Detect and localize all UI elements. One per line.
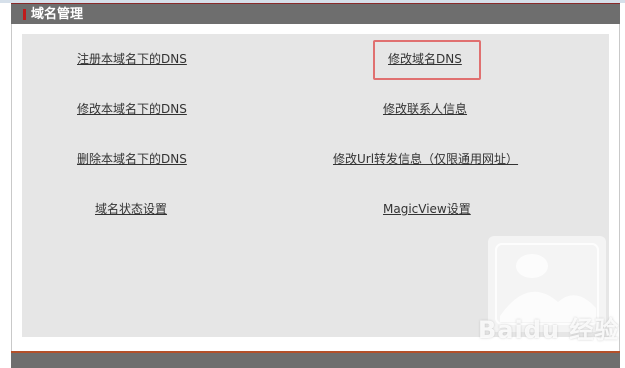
modify-domain-dns-link[interactable]: 修改域名DNS xyxy=(388,52,462,66)
domain-management-page: 域名管理 注册本域名下的DNS 修改本域名下的DNS 删除本域名下的DNS 域名… xyxy=(0,0,625,368)
panel-header: 域名管理 xyxy=(11,3,620,24)
modify-url-forward-link[interactable]: 修改Url转发信息（仅限通用网址） xyxy=(333,152,518,166)
watermark-text: Baidu 经验 xyxy=(478,316,620,344)
delete-dns-link[interactable]: 删除本域名下的DNS xyxy=(77,152,187,166)
modify-dns-link[interactable]: 修改本域名下的DNS xyxy=(77,102,187,116)
header-marker-icon xyxy=(23,9,26,20)
domain-status-link[interactable]: 域名状态设置 xyxy=(95,202,167,216)
register-dns-link[interactable]: 注册本域名下的DNS xyxy=(77,52,187,66)
panel-title: 域名管理 xyxy=(31,7,84,22)
modify-contact-link[interactable]: 修改联系人信息 xyxy=(383,102,467,116)
panel-footer xyxy=(11,351,620,368)
magicview-link[interactable]: MagicView设置 xyxy=(383,202,471,216)
